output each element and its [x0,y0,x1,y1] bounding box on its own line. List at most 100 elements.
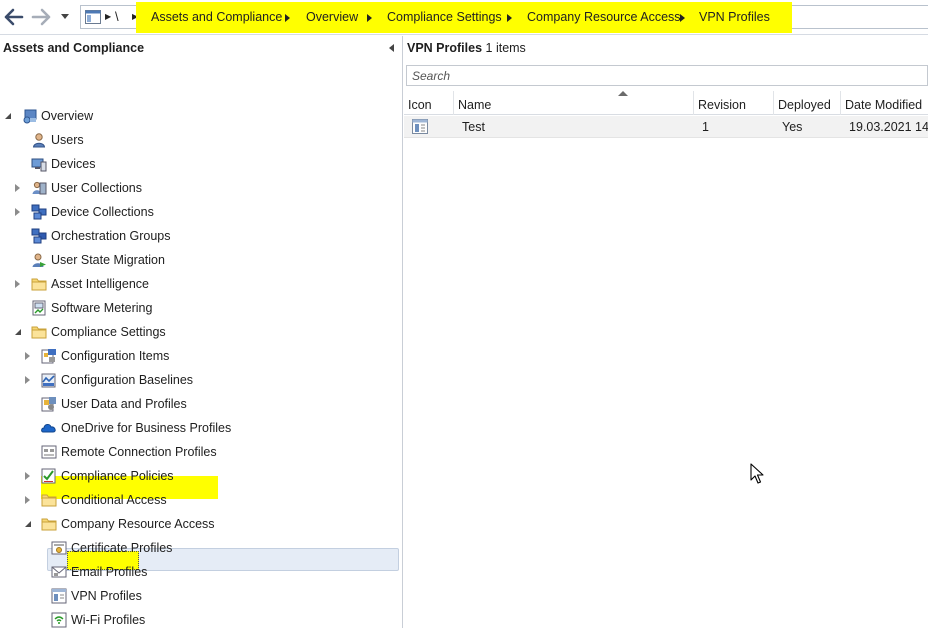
forward-button[interactable] [30,7,52,27]
tree-item-label: Certificate Profiles [71,541,173,555]
tree-item-users[interactable]: Users [0,129,400,151]
breadcrumb-item-assets-and-compliance[interactable]: Assets and Compliance [151,10,282,24]
tree-item-label: VPN Profiles [71,589,142,603]
collapsed-arrow-icon[interactable] [15,208,20,216]
back-button[interactable] [3,7,25,27]
collapsed-arrow-icon[interactable] [25,496,30,504]
user-state-migration-icon [32,253,46,267]
vpn-profile-icon [51,588,67,604]
remote-connection-icon [41,445,57,459]
tree-item-device-collections[interactable]: Device Collections [0,201,400,223]
tree-item-label: Compliance Policies [61,469,174,483]
list-title-name: VPN Profiles [407,41,483,55]
tree-item-label: Compliance Settings [51,325,166,339]
tree-item-wi-fi-profiles[interactable]: Wi-Fi Profiles [0,609,400,628]
tree-item-label: Configuration Items [61,349,170,363]
email-profile-icon [51,566,67,578]
tree-item-user-state-migration[interactable]: User State Migration [0,249,400,271]
tree-item-conditional-access[interactable]: Conditional Access [0,489,400,511]
tree-item-email-profiles[interactable]: Email Profiles [0,561,400,583]
tree-item-compliance-policies[interactable]: Compliance Policies [0,465,400,487]
collapsed-arrow-icon[interactable] [15,184,20,192]
collapsed-arrow-icon[interactable] [25,352,30,360]
device-collections-icon [31,204,47,220]
breadcrumb-highlight: Assets and Compliance Overview Complianc… [136,2,792,33]
devices-icon [31,158,47,172]
configuration-item-icon [41,349,56,364]
grid-header: Icon Name Revision Deployed Date Modifie… [404,91,928,115]
tree-item-label: OneDrive for Business Profiles [61,421,232,435]
tree-item-orchestration-groups[interactable]: Orchestration Groups [0,225,400,247]
list-item-count: 1 items [485,41,526,55]
vpn-profile-icon [412,119,428,134]
cell-date-modified: 19.03.2021 14:5 [849,120,928,134]
tree-item-label: Asset Intelligence [51,277,149,291]
tree-item-software-metering[interactable]: Software Metering [0,297,400,319]
tree-item-company-resource-access[interactable]: Company Resource Access [0,513,400,535]
user-icon [32,133,46,148]
collapse-pane-icon[interactable] [389,44,394,52]
expanded-arrow-icon[interactable] [5,113,11,119]
tree-item-remote-connection-profiles[interactable]: Remote Connection Profiles [0,441,400,463]
tree-item-label: Devices [51,157,96,171]
tree-item-certificate-profiles[interactable]: Certificate Profiles [0,537,400,559]
column-header-revision[interactable]: Revision [694,91,774,115]
column-header-name[interactable]: Name [454,91,694,115]
user-data-profiles-icon [41,397,56,412]
expanded-arrow-icon[interactable] [25,521,31,527]
collapsed-arrow-icon[interactable] [15,280,20,288]
tree-item-label: Email Profiles [71,565,148,579]
tree-item-configuration-baselines[interactable]: Configuration Baselines [0,369,400,391]
overview-icon [23,109,37,124]
collapsed-arrow-icon[interactable] [25,376,30,384]
breadcrumb-item-compliance-settings[interactable]: Compliance Settings [387,10,502,24]
column-header-deployed[interactable]: Deployed [774,91,841,115]
chevron-down-icon [61,14,69,19]
tree-item-user-data-and-profiles[interactable]: User Data and Profiles [0,393,400,415]
breadcrumb-root[interactable]: \ [115,9,119,24]
tree-item-label: Company Resource Access [61,517,215,531]
back-arrow-icon [4,8,24,26]
tree-item-label: Overview [41,109,94,123]
collapsed-arrow-icon[interactable] [25,472,30,480]
tree-item-label: Orchestration Groups [51,229,171,243]
search-box[interactable] [406,65,928,86]
breadcrumb-item-company-resource-access[interactable]: Company Resource Access [527,10,681,24]
tree-item-vpn-profiles[interactable]: VPN Profiles [0,585,400,607]
breadcrumb-item-overview[interactable]: Overview [306,10,358,24]
tree-item-compliance-settings[interactable]: Compliance Settings [0,321,400,343]
results-pane: VPN Profiles 1 items Icon Name Revision … [404,36,928,628]
history-dropdown-button[interactable] [58,9,72,25]
certificate-profile-icon [51,541,67,555]
folder-icon [31,326,47,339]
tree-item-label: Configuration Baselines [61,373,194,387]
breadcrumb-separator-icon [507,14,512,22]
console-root-icon[interactable] [85,10,101,24]
column-header-name-label: Name [458,98,492,112]
forward-arrow-icon [31,8,51,26]
tree-item-configuration-items[interactable]: Configuration Items [0,345,400,367]
folder-icon [41,494,57,507]
tree-item-devices[interactable]: Devices [0,153,400,175]
search-input[interactable] [407,66,927,85]
table-row[interactable]: Test 1 Yes 19.03.2021 14:5 [404,116,928,138]
tree-item-user-collections[interactable]: User Collections [0,177,400,199]
list-title: VPN Profiles 1 items [407,41,526,55]
tree-item-asset-intelligence[interactable]: Asset Intelligence [0,273,400,295]
expanded-arrow-icon[interactable] [15,329,21,335]
sort-ascending-icon [618,91,628,96]
user-collections-icon [32,181,47,195]
tree-item-onedrive-for-business-profiles[interactable]: OneDrive for Business Profiles [0,417,400,439]
cell-revision: 1 [702,120,709,134]
orchestration-groups-icon [31,228,47,244]
column-header-date-modified[interactable]: Date Modified [841,91,928,115]
wifi-profile-icon [51,612,67,628]
breadcrumb-item-vpn-profiles[interactable]: VPN Profiles [699,10,770,24]
tree-item-label: Conditional Access [61,493,167,507]
column-header-icon[interactable]: Icon [404,91,454,115]
cell-deployed: Yes [782,120,803,134]
tree-item-label: Users [51,133,84,147]
tree-item-overview[interactable]: Overview [0,105,400,127]
breadcrumb-separator-icon [285,14,290,22]
address-bar: ▶ \ ▶ Assets and Compliance Overview Com… [0,0,928,35]
